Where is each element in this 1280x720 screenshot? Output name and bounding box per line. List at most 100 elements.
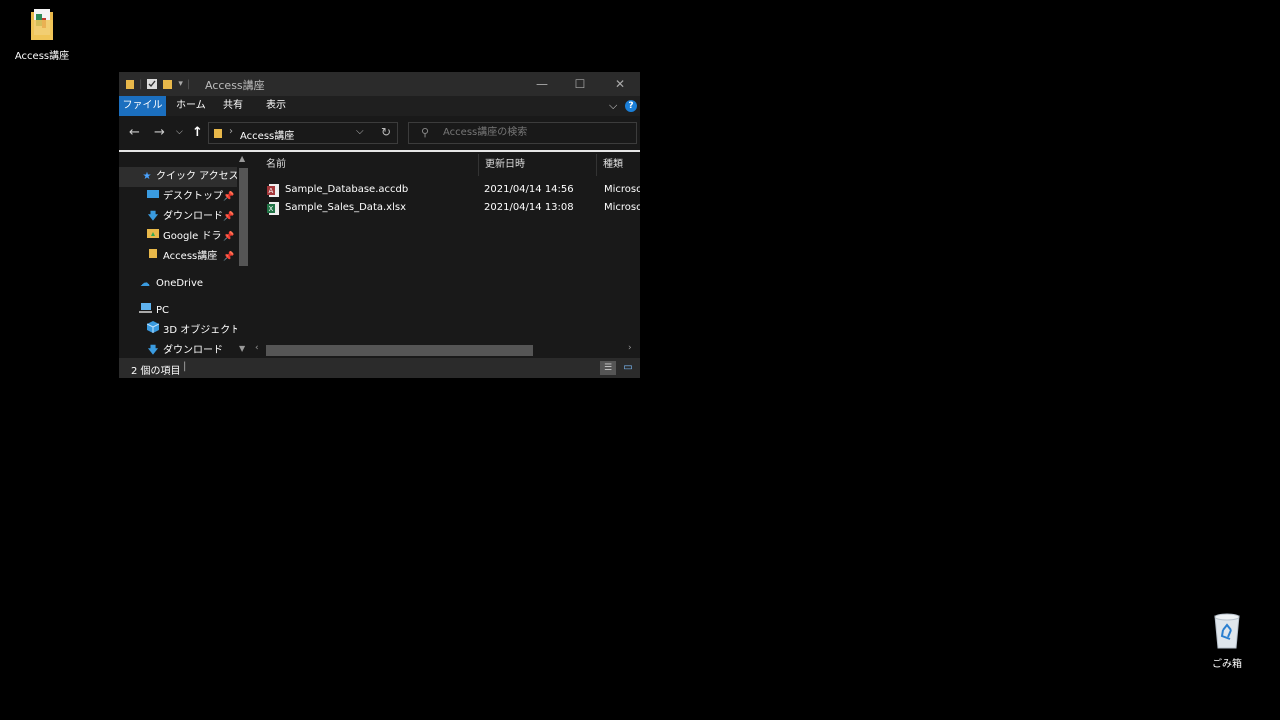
file-row[interactable]: X Sample_Sales_Data.xlsx 2021/04/14 13:0… — [250, 199, 640, 217]
address-dropdown-chevron-icon[interactable]: ⌵ — [356, 126, 364, 137]
forward-button[interactable]: → — [154, 125, 165, 140]
scroll-up-icon[interactable]: ▲ — [239, 154, 245, 163]
pin-icon: 📌 — [223, 212, 235, 222]
nav-item-pc-downloads[interactable]: 🡇 ダウンロード — [119, 341, 237, 358]
file-type: Microso — [604, 184, 640, 195]
svg-text:X: X — [269, 205, 274, 213]
status-bar: 2 個の項目 | ☰ ▭ — [119, 358, 640, 378]
window-title: Access講座 — [205, 79, 265, 92]
scroll-down-icon[interactable]: ▼ — [239, 344, 245, 353]
nav-pc[interactable]: PC — [119, 301, 237, 321]
star-icon: ★ — [142, 171, 152, 182]
3d-objects-icon — [146, 321, 160, 341]
scrollbar-thumb[interactable] — [266, 345, 533, 356]
download-icon: 🡇 — [147, 345, 159, 356]
refresh-icon[interactable]: ↻ — [381, 125, 391, 139]
file-name: Sample_Sales_Data.xlsx — [285, 202, 406, 213]
ribbon-tabs: ファイル ホーム 共有 表示 ⌵ ? — [119, 96, 640, 116]
nav-item-label: Google ドライブ — [163, 231, 221, 242]
address-path[interactable]: Access講座 — [240, 127, 294, 142]
pin-icon: 📌 — [223, 232, 235, 242]
title-bar[interactable]: | ▾ | Access講座 — ☐ ✕ — [119, 72, 640, 96]
scroll-left-icon[interactable]: ‹ — [255, 343, 259, 353]
properties-icon[interactable] — [146, 78, 158, 90]
file-explorer-window: | ▾ | Access講座 — ☐ ✕ ファイル ホーム 共有 表示 ⌵ ? … — [119, 72, 640, 378]
folder-icon — [126, 79, 134, 89]
toolbar-divider: | — [186, 78, 191, 90]
help-icon[interactable]: ? — [625, 100, 637, 112]
nav-item-access-course[interactable]: Access講座 📌 — [119, 247, 237, 267]
nav-onedrive-label: OneDrive — [156, 278, 204, 289]
scroll-right-icon[interactable]: › — [628, 343, 632, 353]
desktop-icon — [146, 187, 160, 207]
nav-quick-access-label: クイック アクセス — [156, 171, 237, 182]
folder-icon — [214, 129, 222, 138]
desktop-recycle-bin[interactable]: ごみ箱 — [1187, 612, 1267, 670]
details-view-icon[interactable]: ☰ — [600, 361, 616, 375]
search-input[interactable] — [441, 126, 625, 139]
nav-item-label: 3D オブジェクト — [163, 325, 237, 336]
desktop-folder-access[interactable]: Access講座 — [2, 8, 82, 62]
google-drive-icon — [146, 227, 160, 247]
breadcrumb-separator-icon: › — [229, 126, 233, 137]
download-icon: 🡇 — [147, 211, 159, 222]
file-type: Microso — [604, 202, 640, 213]
recent-locations-chevron-icon[interactable]: ⌵ — [176, 127, 183, 137]
cloud-icon: ☁ — [140, 278, 150, 289]
nav-pc-label: PC — [156, 305, 170, 316]
address-bar[interactable]: › Access講座 ⌵ ↻ — [208, 122, 398, 144]
navigation-pane: ★ クイック アクセス デスクトップ 📌 🡇 ダウンロード 📌 Google ド… — [119, 154, 250, 358]
expand-ribbon-chevron-icon[interactable]: ⌵ — [609, 99, 617, 113]
item-count: 2 個の項目 — [131, 366, 181, 377]
scrollbar-thumb[interactable] — [239, 168, 248, 266]
quick-access-toolbar: | ▾ | — [125, 78, 190, 90]
tab-view[interactable]: 表示 — [266, 96, 286, 116]
up-button[interactable]: ↑ — [192, 125, 203, 140]
folder-icon — [31, 9, 53, 40]
nav-item-desktop[interactable]: デスクトップ 📌 — [119, 187, 237, 207]
minimize-button[interactable]: — — [522, 72, 562, 96]
desktop-folder-label: Access講座 — [14, 51, 70, 62]
pin-icon: 📌 — [223, 252, 235, 262]
nav-item-3d-objects[interactable]: 3D オブジェクト — [119, 321, 237, 341]
excel-file-icon: X — [267, 202, 279, 222]
status-divider: | — [183, 361, 187, 372]
column-header-modified[interactable]: 更新日時 — [479, 154, 597, 176]
file-list-horizontal-scrollbar[interactable]: ‹ › — [250, 343, 640, 358]
folder-icon — [146, 247, 160, 267]
file-modified: 2021/04/14 14:56 — [484, 184, 574, 195]
back-button[interactable]: ← — [129, 125, 140, 140]
svg-text:A: A — [269, 187, 274, 195]
nav-item-label: ダウンロード — [163, 211, 223, 222]
new-folder-icon[interactable] — [162, 78, 174, 90]
pin-icon: 📌 — [223, 192, 235, 202]
large-icons-view-icon[interactable]: ▭ — [620, 361, 636, 375]
nav-quick-access[interactable]: ★ クイック アクセス — [119, 167, 237, 187]
file-row[interactable]: A Sample_Database.accdb 2021/04/14 14:56… — [250, 181, 640, 199]
navigation-pane-scrollbar[interactable]: ▲ ▼ — [237, 154, 250, 358]
nav-item-google-drive[interactable]: Google ドライブ 📌 — [119, 227, 237, 247]
toolbar-divider: | — [139, 78, 143, 90]
recycle-bin-icon — [1214, 613, 1240, 649]
nav-item-label: デスクトップ — [163, 191, 223, 202]
nav-onedrive[interactable]: ☁ OneDrive — [119, 274, 237, 294]
column-header-type[interactable]: 種類 — [597, 154, 640, 176]
nav-item-downloads[interactable]: 🡇 ダウンロード 📌 — [119, 207, 237, 227]
tab-file[interactable]: ファイル — [119, 96, 166, 116]
tab-share[interactable]: 共有 — [223, 96, 243, 116]
column-header-name[interactable]: 名前 — [260, 154, 479, 176]
tab-home[interactable]: ホーム — [176, 96, 206, 116]
customize-toolbar-icon[interactable]: ▾ — [178, 79, 183, 89]
nav-item-label: ダウンロード — [163, 345, 223, 356]
navigation-bar: ← → ⌵ ↑ › Access講座 ⌵ ↻ ⚲ — [119, 116, 640, 152]
recycle-bin-label: ごみ箱 — [1212, 659, 1242, 670]
file-list: ^ 名前 更新日時 種類 A Sample_Database.accdb 202… — [250, 154, 640, 358]
search-box[interactable]: ⚲ — [408, 122, 637, 144]
pc-icon — [138, 301, 152, 321]
nav-item-label: Access講座 — [163, 251, 218, 262]
maximize-button[interactable]: ☐ — [560, 72, 600, 96]
file-name: Sample_Database.accdb — [285, 184, 409, 195]
file-modified: 2021/04/14 13:08 — [484, 202, 574, 213]
search-icon: ⚲ — [421, 126, 430, 139]
close-button[interactable]: ✕ — [600, 72, 640, 96]
